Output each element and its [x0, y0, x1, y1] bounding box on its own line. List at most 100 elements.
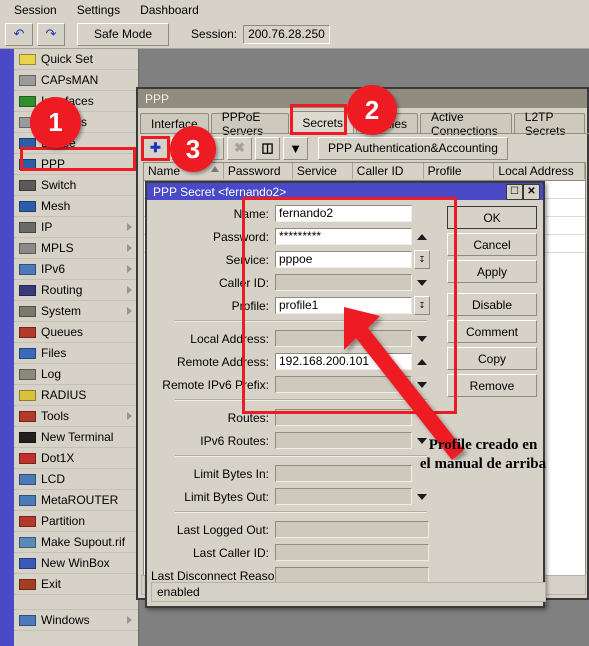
copy-button[interactable]: Copy [447, 347, 537, 370]
sidebar-item-capsman[interactable]: CAPsMAN [14, 70, 138, 91]
caret-up-icon[interactable] [417, 358, 427, 365]
bridge-icon [19, 138, 36, 149]
sidebar-item-label: System [41, 304, 82, 318]
caret-down-icon[interactable] [417, 493, 427, 500]
dropdown-arrow-icon[interactable]: ↧ [414, 250, 430, 269]
sidebar-item-windows[interactable]: Windows [14, 610, 138, 631]
sidebar-item-files[interactable]: Files [14, 343, 138, 364]
dialog-title-bar: PPP Secret <fernando2> ☐ ✕ [147, 183, 543, 200]
interfaces-icon [19, 96, 36, 107]
column-header-service[interactable]: Service [293, 163, 353, 179]
sidebar-item-dot1x[interactable]: Dot1X [14, 448, 138, 469]
sidebar-item-lcd[interactable]: LCD [14, 469, 138, 490]
menu-item-dashboard[interactable]: Dashboard [130, 1, 209, 19]
sidebar-item-label: Log [41, 367, 62, 381]
field-input-service[interactable]: pppoe [275, 251, 412, 268]
sidebar-item-quick-set[interactable]: Quick Set [14, 49, 138, 70]
ok-button[interactable]: OK [447, 206, 537, 229]
field-row-remote-address: Remote Address: 192.168.200.101 [151, 352, 433, 371]
field-input-local-address[interactable] [275, 330, 412, 347]
field-input-caller-id[interactable] [275, 274, 412, 291]
field-input-password[interactable]: ********* [275, 228, 412, 245]
field-row-routes: Routes: [151, 408, 433, 427]
sidebar-item-mpls[interactable]: MPLS [14, 238, 138, 259]
field-input-last-logged-out[interactable] [275, 521, 429, 538]
field-input-limit-bytes-out[interactable] [275, 488, 412, 505]
sidebar-item-metarouter[interactable]: MetaROUTER [14, 490, 138, 511]
sidebar-item-radius[interactable]: RADIUS [14, 385, 138, 406]
sidebar-item-label: CAPsMAN [41, 73, 99, 87]
sidebar-item-log[interactable]: Log [14, 364, 138, 385]
filter-icon[interactable]: ▼ [283, 136, 308, 160]
column-header-local-address[interactable]: Local Address [494, 163, 585, 179]
disable-button[interactable]: Disable [447, 293, 537, 316]
tab-l2tp-secrets[interactable]: L2TP Secrets [513, 110, 585, 138]
caret-up-icon[interactable] [417, 233, 427, 240]
sidebar-item-label: Mesh [41, 199, 71, 213]
close-icon[interactable]: ✕ [523, 184, 540, 200]
column-header-profile[interactable]: Profile [424, 163, 495, 179]
cross-icon[interactable]: ✖ [227, 136, 252, 160]
sidebar-item-routing[interactable]: Routing [14, 280, 138, 301]
ppp-auth-accounting-button[interactable]: PPP Authentication&Accounting [318, 136, 508, 160]
caret-down-icon[interactable] [417, 279, 427, 286]
log-icon [19, 369, 36, 380]
menu-item-session[interactable]: Session [4, 1, 67, 19]
remove-button[interactable]: Remove [447, 374, 537, 397]
field-label-last-caller-id: Last Caller ID: [192, 545, 269, 560]
sort-ascending-icon [210, 166, 219, 172]
switch-icon [19, 180, 36, 191]
column-header-password[interactable]: Password [224, 163, 293, 179]
sidebar-item-label: Exit [41, 577, 62, 591]
sidebar-item-ipv6[interactable]: IPv6 [14, 259, 138, 280]
sidebar-item-exit[interactable]: Exit [14, 574, 138, 595]
undo-icon[interactable]: ↶ [5, 22, 33, 46]
sidebar-item-switch[interactable]: Switch [14, 175, 138, 196]
field-input-remote-ipv6-prefix[interactable] [275, 376, 412, 393]
sidebar-item-ip[interactable]: IP [14, 217, 138, 238]
sidebar-accent-rail [0, 49, 14, 646]
sidebar-item-new-winbox[interactable]: New WinBox [14, 553, 138, 574]
sidebar-item-ppp[interactable]: PPP [14, 154, 138, 175]
apply-button[interactable]: Apply [447, 260, 537, 283]
caret-down-icon[interactable] [417, 335, 427, 342]
field-input-profile[interactable]: profile1 [275, 297, 412, 314]
sidebar-item-tools[interactable]: Tools [14, 406, 138, 427]
tab-pppoe-servers[interactable]: PPPoE Servers [210, 110, 290, 138]
field-input-name[interactable]: fernando2 [275, 205, 412, 222]
terminal-icon [19, 432, 36, 443]
sidebar-item-mesh[interactable]: Mesh [14, 196, 138, 217]
cancel-button[interactable]: Cancel [447, 233, 537, 256]
button-label: Cancel [473, 237, 511, 252]
field-label-limit-bytes-out: Limit Bytes Out: [184, 489, 269, 504]
field-row-last-logged-out: Last Logged Out: [151, 520, 433, 539]
secret-form: Name: fernando2 Password: ********* Service:… [151, 204, 433, 589]
maximize-icon[interactable]: ☐ [506, 184, 523, 200]
dialog-status-bar: enabled [151, 582, 546, 602]
tab-active-connections[interactable]: Active Connections [420, 110, 512, 138]
caret-down-icon[interactable] [417, 414, 427, 421]
secrets-table-header: Name Password Service Caller ID Profile Local… [144, 163, 585, 181]
tab-secrets[interactable]: Secrets [291, 111, 354, 134]
field-input-remote-address[interactable]: 192.168.200.101 [275, 353, 412, 370]
field-row-remote-ipv6-prefix: Remote IPv6 Prefix: [151, 375, 433, 394]
sidebar-item-make-supout-rif[interactable]: Make Supout.rif [14, 532, 138, 553]
sidebar-item-partition[interactable]: Partition [14, 511, 138, 532]
sidebar-item-system[interactable]: System [14, 301, 138, 322]
sidebar-item-new-terminal[interactable]: New Terminal [14, 427, 138, 448]
plus-icon[interactable]: ✚ [143, 136, 168, 160]
caret-down-icon[interactable] [417, 381, 427, 388]
redo-icon[interactable]: ↷ [37, 22, 65, 46]
field-input-routes[interactable] [275, 409, 412, 426]
field-label-name: Name: [233, 206, 269, 221]
main-toolbar: ↶ ↷ Safe Mode Session: 200.76.28.250 [0, 20, 589, 49]
column-header-caller-id[interactable]: Caller ID [353, 163, 424, 179]
dialog-title-text: PPP Secret <fernando2> [153, 184, 287, 199]
comment-icon[interactable]: ◫ [255, 136, 280, 160]
comment-button[interactable]: Comment [447, 320, 537, 343]
menu-item-settings[interactable]: Settings [67, 1, 130, 19]
sidebar-item-queues[interactable]: Queues [14, 322, 138, 343]
safe-mode-button[interactable]: Safe Mode [77, 22, 170, 46]
dropdown-arrow-icon[interactable]: ↧ [414, 296, 430, 315]
field-input-last-caller-id[interactable] [275, 544, 429, 561]
